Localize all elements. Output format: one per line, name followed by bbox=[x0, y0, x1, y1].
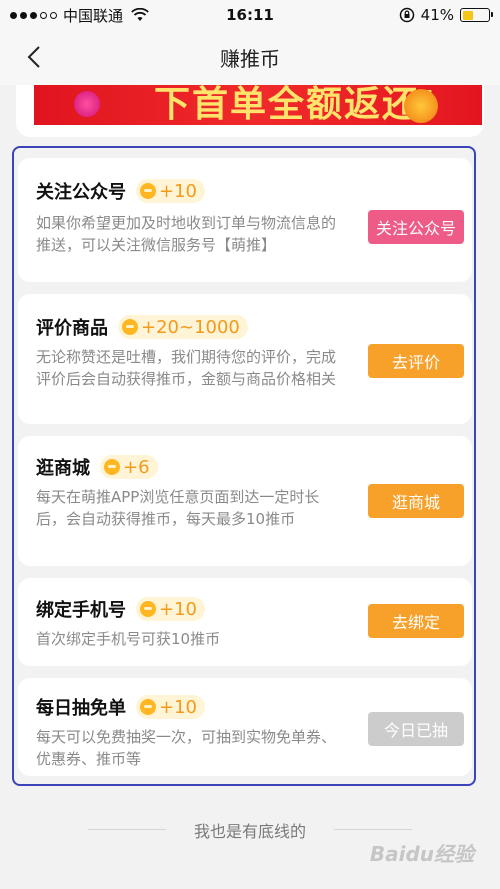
wifi-icon bbox=[131, 8, 149, 21]
bind-phone-button[interactable]: 去绑定 bbox=[368, 604, 464, 638]
task-card: 关注公众号 +10 如果你希望更加及时地收到订单与物流信息的推送，可以关注微信服… bbox=[18, 158, 472, 282]
daily-draw-button: 今日已抽 bbox=[368, 712, 464, 746]
reward-badge: +10 bbox=[136, 179, 205, 203]
banner-text: 下首单全额返还! bbox=[154, 85, 439, 125]
task-title: 每日抽免单 bbox=[36, 698, 126, 719]
banner-card: 下首单全额返还! bbox=[16, 85, 484, 137]
reward-badge: +10 bbox=[136, 695, 205, 719]
browse-mall-button[interactable]: 逛商城 bbox=[368, 484, 464, 518]
status-bar: 中国联通 16:11 41% bbox=[0, 0, 500, 30]
task-card: 逛商城 +6 每天在萌推APP浏览任意页面到达一定时长后，会自动获得推币，每天最… bbox=[18, 436, 472, 566]
watermark: Baidu经验 bbox=[369, 842, 474, 866]
coin-icon bbox=[140, 183, 156, 199]
reward-badge: +20~1000 bbox=[118, 315, 248, 339]
task-description: 首次绑定手机号可获10推币 bbox=[36, 630, 221, 648]
task-title: 评价商品 bbox=[36, 318, 108, 339]
rotation-lock-icon bbox=[399, 7, 414, 23]
banner-decoration bbox=[404, 89, 438, 123]
reward-value: +10 bbox=[159, 696, 197, 718]
task-description: 每天在萌推APP浏览任意页面到达一定时长后，会自动获得推币，每天最多10推币 bbox=[36, 488, 320, 528]
banner-decoration bbox=[74, 91, 100, 117]
back-arrow-icon[interactable] bbox=[24, 44, 44, 70]
reward-value: +10 bbox=[159, 180, 197, 202]
task-title: 逛商城 bbox=[36, 458, 90, 479]
task-card: 绑定手机号 +10 首次绑定手机号可获10推币 去绑定 bbox=[18, 578, 472, 666]
coin-icon bbox=[122, 319, 138, 335]
nav-bar: 赚推币 bbox=[0, 30, 500, 85]
task-card: 评价商品 +20~1000 无论称赞还是吐槽，我们期待您的评价，完成评价后会自动… bbox=[18, 294, 472, 424]
task-title: 关注公众号 bbox=[36, 182, 126, 203]
reward-value: +6 bbox=[123, 456, 150, 478]
footer-divider-right bbox=[334, 829, 412, 830]
task-title: 绑定手机号 bbox=[36, 600, 126, 621]
page-title: 赚推币 bbox=[220, 47, 280, 71]
carrier-name: 中国联通 bbox=[63, 6, 124, 25]
reward-value: +20~1000 bbox=[141, 316, 240, 338]
task-description: 如果你希望更加及时地收到订单与物流信息的推送，可以关注微信服务号【萌推】 bbox=[36, 214, 337, 254]
battery-percent: 41% bbox=[420, 6, 454, 24]
coin-icon bbox=[104, 459, 120, 475]
signal-strength-icon bbox=[10, 11, 57, 19]
reward-badge: +10 bbox=[136, 597, 205, 621]
coin-icon bbox=[140, 601, 156, 617]
review-button[interactable]: 去评价 bbox=[368, 344, 464, 378]
follow-account-button[interactable]: 关注公众号 bbox=[368, 210, 464, 244]
reward-value: +10 bbox=[159, 598, 197, 620]
coin-icon bbox=[140, 699, 156, 715]
task-list: 关注公众号 +10 如果你希望更加及时地收到订单与物流信息的推送，可以关注微信服… bbox=[12, 146, 476, 786]
promo-banner[interactable]: 下首单全额返还! bbox=[34, 85, 482, 125]
task-description: 无论称赞还是吐槽，我们期待您的评价，完成评价后会自动获得推币，金额与商品价格相关 bbox=[36, 348, 337, 388]
task-card: 每日抽免单 +10 每天可以免费抽奖一次，可抽到实物免单券、优惠券、推币等 今日… bbox=[18, 678, 472, 776]
reward-badge: +6 bbox=[100, 455, 158, 479]
battery-level bbox=[462, 10, 473, 20]
task-description: 每天可以免费抽奖一次，可抽到实物免单券、优惠券、推币等 bbox=[36, 728, 337, 768]
battery-icon bbox=[460, 8, 493, 22]
